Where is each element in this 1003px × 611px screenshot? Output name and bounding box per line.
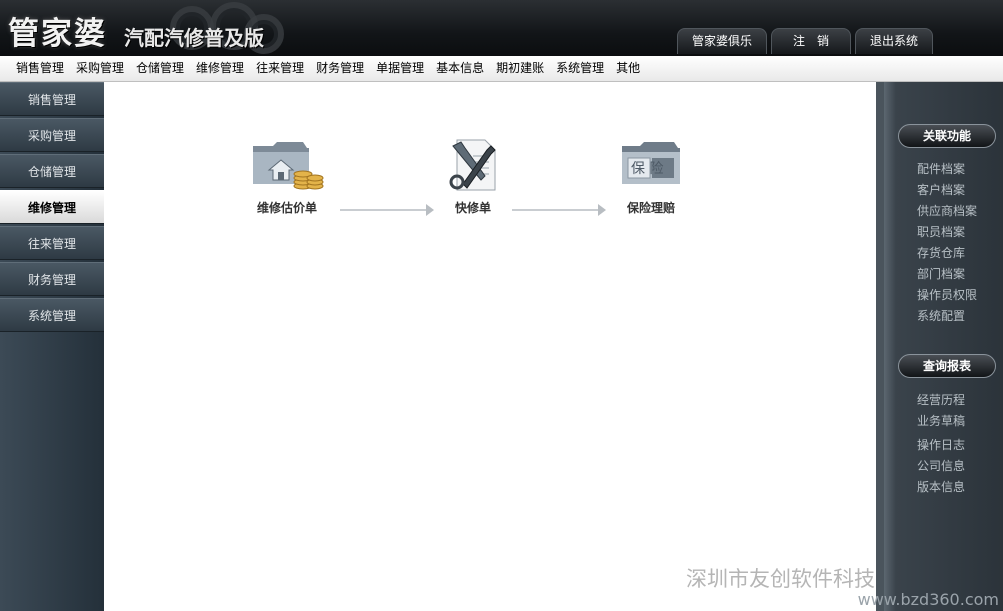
flow-label-insurance-claim: 保险理赔 xyxy=(626,201,675,215)
flow-node-insurance-claim[interactable]: 保 险 保险理赔 xyxy=(606,136,696,216)
footer-url-watermark: www.bzd360.com xyxy=(857,590,999,609)
exit-system-button[interactable]: 退出系统 xyxy=(855,28,933,54)
logout-button[interactable]: 注 销 xyxy=(771,28,851,54)
flow-arrow xyxy=(512,204,606,216)
report-link-operation-log[interactable]: 操作日志 xyxy=(917,436,965,453)
main-menu-bar: 销售管理 采购管理 仓储管理 维修管理 往来管理 财务管理 单据管理 基本信息 … xyxy=(0,56,1003,82)
menu-item-purchase[interactable]: 采购管理 xyxy=(70,56,130,81)
related-link-parts[interactable]: 配件档案 xyxy=(917,160,965,177)
insurance-folder-icon: 保 险 xyxy=(622,142,680,184)
query-reports-title: 查询报表 xyxy=(898,354,996,378)
menu-item-warehouse[interactable]: 仓储管理 xyxy=(130,56,190,81)
menu-item-other[interactable]: 其他 xyxy=(610,56,646,81)
flow-label-repair-estimate: 维修估价单 xyxy=(256,201,317,215)
report-link-company-info[interactable]: 公司信息 xyxy=(917,457,965,474)
menu-item-system[interactable]: 系统管理 xyxy=(550,56,610,81)
menu-item-opening[interactable]: 期初建账 xyxy=(490,56,550,81)
folder-house-coins-icon xyxy=(253,142,324,190)
sidebar-item-sales[interactable]: 销售管理 xyxy=(0,82,104,116)
sidebar-item-system[interactable]: 系统管理 xyxy=(0,298,104,332)
insurance-icon-text: 保 险 xyxy=(631,161,663,177)
sidebar-item-finance[interactable]: 财务管理 xyxy=(0,262,104,296)
menu-item-documents[interactable]: 单据管理 xyxy=(370,56,430,81)
related-link-departments[interactable]: 部门档案 xyxy=(917,265,965,282)
tools-document-icon xyxy=(449,139,496,191)
menu-item-accounts[interactable]: 往来管理 xyxy=(250,56,310,81)
related-link-staff[interactable]: 职员档案 xyxy=(917,223,965,240)
flow-node-repair-estimate[interactable]: 维修估价单 xyxy=(242,136,332,216)
app-logo-subtitle: 汽配汽修普及版 xyxy=(124,26,264,50)
menu-item-basic-info[interactable]: 基本信息 xyxy=(430,56,490,81)
sidebar-item-repair[interactable]: 维修管理 xyxy=(0,190,104,224)
app-header: 管家婆 汽配汽修普及版 管家婆俱乐部 注 销 退出系统 xyxy=(0,0,1003,56)
header-button-group: 管家婆俱乐部 注 销 退出系统 xyxy=(677,28,933,54)
menu-item-repair[interactable]: 维修管理 xyxy=(190,56,250,81)
right-panel: 关联功能 配件档案 客户档案 供应商档案 职员档案 存货仓库 部门档案 操作员权… xyxy=(858,82,1003,611)
flow-node-quick-repair[interactable]: 快修单 xyxy=(428,136,518,216)
main-content: 维修估价单 快修单 保 险 保险理赔 深圳市友创软件科技有限公司 xyxy=(104,82,959,611)
flow-label-quick-repair: 快修单 xyxy=(454,201,491,215)
related-link-operator-permissions[interactable]: 操作员权限 xyxy=(917,286,977,303)
flow-arrow xyxy=(340,204,434,216)
menu-item-finance[interactable]: 财务管理 xyxy=(310,56,370,81)
app-logo-title: 管家婆 xyxy=(8,16,107,52)
report-link-business-history[interactable]: 经营历程 xyxy=(917,391,965,408)
report-link-drafts[interactable]: 业务草稿 xyxy=(917,412,965,429)
club-button[interactable]: 管家婆俱乐部 xyxy=(677,28,767,54)
related-link-customers[interactable]: 客户档案 xyxy=(917,181,965,198)
menu-item-sales[interactable]: 销售管理 xyxy=(10,56,70,81)
left-sidebar: 销售管理 采购管理 仓储管理 维修管理 往来管理 财务管理 系统管理 xyxy=(0,82,104,611)
related-link-system-config[interactable]: 系统配置 xyxy=(917,307,965,324)
report-link-version-info[interactable]: 版本信息 xyxy=(917,478,965,495)
related-link-inventory-warehouse[interactable]: 存货仓库 xyxy=(917,244,965,261)
sidebar-item-purchase[interactable]: 采购管理 xyxy=(0,118,104,152)
related-link-suppliers[interactable]: 供应商档案 xyxy=(917,202,977,219)
related-functions-title: 关联功能 xyxy=(898,124,996,148)
sidebar-item-accounts[interactable]: 往来管理 xyxy=(0,226,104,260)
sidebar-item-warehouse[interactable]: 仓储管理 xyxy=(0,154,104,188)
